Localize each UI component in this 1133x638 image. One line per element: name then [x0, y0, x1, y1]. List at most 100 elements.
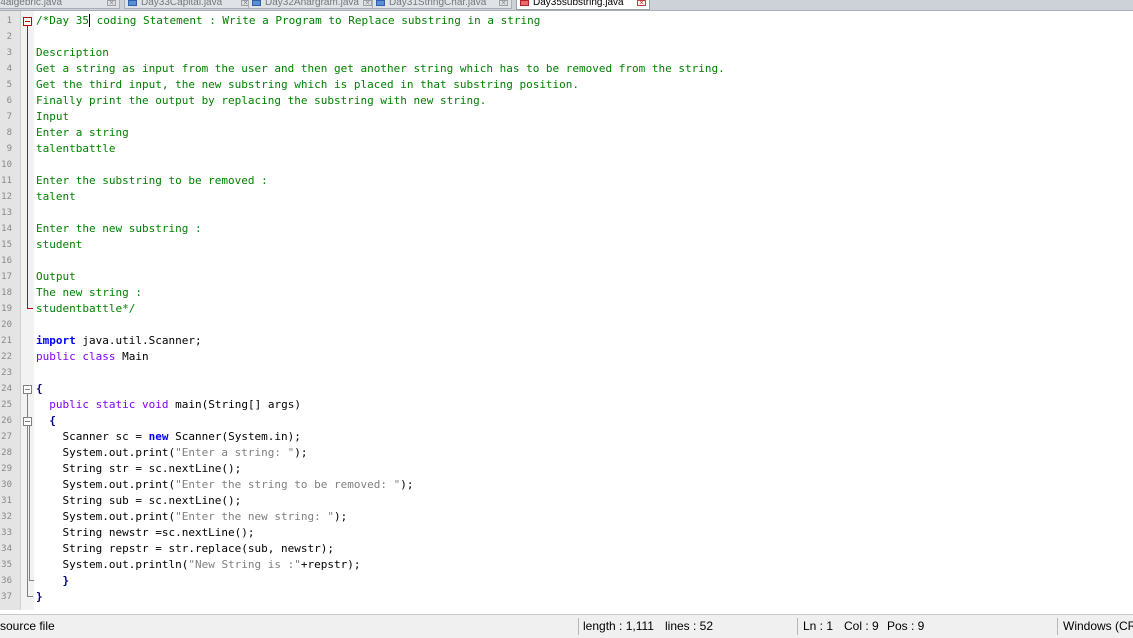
- code-line[interactable]: [36, 29, 1133, 45]
- code-line[interactable]: Enter the new substring :: [36, 221, 1133, 237]
- code-line[interactable]: System.out.print("Enter the new string: …: [36, 509, 1133, 525]
- close-icon[interactable]: ✕: [499, 0, 508, 7]
- keyword: public: [36, 350, 76, 363]
- code-line[interactable]: System.out.print("Enter the string to be…: [36, 477, 1133, 493]
- code-line[interactable]: String newstr =sc.nextLine();: [36, 525, 1133, 541]
- keyword: class: [82, 350, 116, 363]
- code-line[interactable]: System.out.println("New String is :"+rep…: [36, 557, 1133, 573]
- status-lines: lines : 52: [665, 619, 714, 633]
- fold-line: [27, 26, 28, 309]
- status-position: Pos : 9: [887, 619, 925, 633]
- code-text: System.out.print(: [36, 478, 176, 491]
- status-separator: [1057, 618, 1058, 635]
- fold-line: [29, 426, 30, 581]
- comment-open: /*Day 35: [36, 14, 89, 27]
- code-text: System.out.print(: [36, 510, 176, 523]
- line-number: 32: [1, 512, 12, 522]
- line-number: 37: [1, 592, 12, 602]
- code-text: System.out.print(: [36, 446, 176, 459]
- status-bar: source file length : 1,111 lines : 52 Ln…: [0, 614, 1133, 638]
- code-line[interactable]: Output: [36, 269, 1133, 285]
- code-text: +repstr);: [300, 558, 361, 571]
- code-text: );: [400, 478, 414, 491]
- fold-line-end: [27, 596, 33, 597]
- close-icon[interactable]: ✕: [637, 0, 646, 7]
- code-line[interactable]: Enter a string: [36, 125, 1133, 141]
- code-line[interactable]: /*Day 35 coding Statement : Write a Prog…: [36, 13, 1133, 29]
- fold-toggle-icon[interactable]: [23, 417, 32, 426]
- fold-line-end: [27, 308, 33, 309]
- code-line[interactable]: Scanner sc = new Scanner(System.in);: [36, 429, 1133, 445]
- code-line[interactable]: student: [36, 237, 1133, 253]
- tab-day34algebric[interactable]: Day34algebric.java ✕: [0, 0, 120, 9]
- code-line[interactable]: Input: [36, 109, 1133, 125]
- comment-text: coding Statement : Write a Program to Re…: [89, 14, 541, 27]
- code-line[interactable]: Finally print the output by replacing th…: [36, 93, 1133, 109]
- code-line[interactable]: System.out.print("Enter a string: ");: [36, 445, 1133, 461]
- tab-bar: Day34algebric.java ✕ Day33Capital.java ✕…: [0, 0, 1133, 11]
- code-line[interactable]: studentbattle*/: [36, 301, 1133, 317]
- line-number: 1: [6, 16, 12, 26]
- code-text: Main: [115, 350, 149, 363]
- line-number: 6: [6, 96, 12, 106]
- code-line[interactable]: String sub = sc.nextLine();: [36, 493, 1133, 509]
- keyword: import: [36, 334, 76, 347]
- code-line[interactable]: String repstr = str.replace(sub, newstr)…: [36, 541, 1133, 557]
- fold-toggle-icon[interactable]: [23, 385, 32, 394]
- line-number: 18: [1, 288, 12, 298]
- line-number: 9: [6, 144, 12, 154]
- code-line[interactable]: {: [36, 413, 1133, 429]
- code-line[interactable]: Get the third input, the new substring w…: [36, 77, 1133, 93]
- code-line[interactable]: }: [36, 573, 1133, 589]
- line-number: 23: [1, 368, 12, 378]
- line-number: 34: [1, 544, 12, 554]
- code-line[interactable]: }: [36, 589, 1133, 605]
- brace: {: [49, 414, 56, 427]
- code-line[interactable]: [36, 157, 1133, 173]
- tab-day33capital[interactable]: Day33Capital.java ✕: [124, 0, 254, 9]
- code-text: System.out.println(: [36, 558, 189, 571]
- line-number: 11: [1, 176, 12, 186]
- code-line[interactable]: {: [36, 381, 1133, 397]
- code-editor[interactable]: 1 2 3 4 5 6 7 8 9 10 11 12 13 14 15 16 17 18 19 20 21 22 23 24 2…: [0, 11, 1133, 610]
- string-literal: "Enter the new string: ": [175, 510, 335, 523]
- close-icon[interactable]: ✕: [363, 0, 372, 7]
- close-icon[interactable]: ✕: [107, 0, 116, 7]
- line-number: 22: [1, 352, 12, 362]
- code-line[interactable]: Description: [36, 45, 1133, 61]
- code-line[interactable]: public class Main: [36, 349, 1133, 365]
- keyword: public: [49, 398, 89, 411]
- code-line[interactable]: [36, 365, 1133, 381]
- status-length: length : 1,111: [583, 619, 654, 633]
- code-line[interactable]: String str = sc.nextLine();: [36, 461, 1133, 477]
- line-number: 35: [1, 560, 12, 570]
- tab-day32anargram[interactable]: Day32Anargram.java ✕: [248, 0, 376, 9]
- line-number: 4: [6, 64, 12, 74]
- tab-day31stringchar[interactable]: Day31StringChar.java ✕: [372, 0, 512, 9]
- code-line[interactable]: The new string :: [36, 285, 1133, 301]
- string-literal: "Enter the string to be removed: ": [175, 478, 401, 491]
- status-separator: [578, 618, 579, 635]
- line-number: 15: [1, 240, 12, 250]
- status-file-type: source file: [0, 619, 55, 633]
- keyword: static: [95, 398, 136, 411]
- code-line[interactable]: talentbattle: [36, 141, 1133, 157]
- code-line[interactable]: import java.util.Scanner;: [36, 333, 1133, 349]
- keyword: new: [148, 430, 169, 443]
- keyword: void: [142, 398, 169, 411]
- code-line[interactable]: talent: [36, 189, 1133, 205]
- tab-day35substring[interactable]: Day35substring.java ✕: [516, 0, 650, 10]
- code-line[interactable]: Enter the substring to be removed :: [36, 173, 1133, 189]
- code-line[interactable]: [36, 317, 1133, 333]
- fold-toggle-icon[interactable]: [23, 17, 32, 26]
- code-text: Scanner sc =: [36, 430, 149, 443]
- code-line[interactable]: Get a string as input from the user and …: [36, 61, 1133, 77]
- line-number: 27: [1, 432, 12, 442]
- code-lines[interactable]: /*Day 35 coding Statement : Write a Prog…: [36, 13, 1133, 605]
- code-line[interactable]: [36, 205, 1133, 221]
- code-line[interactable]: public static void main(String[] args): [36, 397, 1133, 413]
- code-line[interactable]: [36, 253, 1133, 269]
- fold-line-end: [29, 580, 34, 581]
- line-number: 5: [6, 80, 12, 90]
- tab-label: Day35substring.java: [533, 0, 624, 8]
